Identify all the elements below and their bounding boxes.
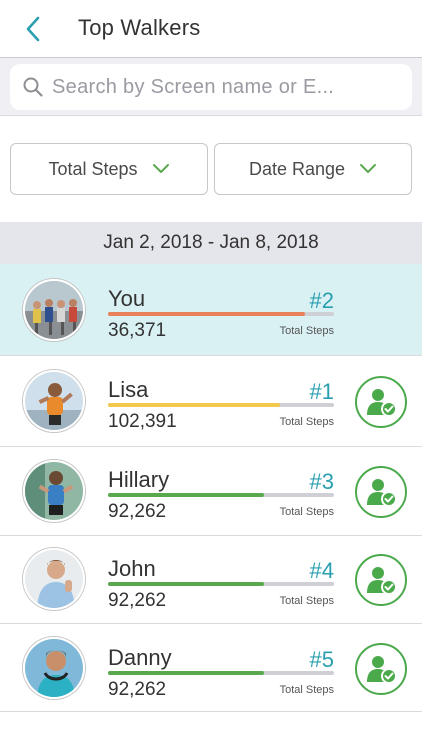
filter-bar: Total Steps Date Range — [0, 116, 422, 222]
walker-rank: #5 — [309, 647, 334, 672]
chevron-down-icon — [152, 164, 169, 173]
walker-steps: 102,391 — [108, 411, 177, 432]
steps-label: Total Steps — [279, 684, 334, 696]
walker-steps: 92,262 — [108, 679, 167, 700]
list-item[interactable]: John #4 92,262 Total Steps — [0, 536, 422, 624]
date-range-dropdown[interactable]: Date Range — [214, 143, 412, 195]
steps-label: Total Steps — [279, 416, 334, 428]
friend-added-button[interactable] — [355, 466, 407, 518]
list-item[interactable]: Hillary #3 92,262 Total Steps — [0, 447, 422, 536]
walker-name: Lisa — [108, 377, 149, 402]
friend-added-button[interactable] — [355, 554, 407, 606]
nav-header: Top Walkers — [0, 0, 422, 58]
chevron-left-icon — [26, 16, 40, 42]
steps-label: Total Steps — [279, 506, 334, 518]
avatar — [23, 637, 85, 699]
list-item[interactable]: You #2 36,371 Total Steps — [0, 264, 422, 356]
avatar — [23, 548, 85, 610]
progress-fill — [108, 403, 280, 407]
walker-rank: #2 — [309, 288, 334, 313]
walker-name: Hillary — [108, 467, 170, 492]
walker-name: Danny — [108, 645, 172, 670]
walker-steps: 36,371 — [108, 320, 167, 341]
steps-label: Total Steps — [279, 595, 334, 607]
date-range-header: Jan 2, 2018 - Jan 8, 2018 — [0, 222, 422, 264]
walker-steps: 92,262 — [108, 501, 167, 522]
walker-rank: #3 — [309, 469, 334, 494]
progress-bar — [108, 671, 334, 675]
avatar — [23, 370, 85, 432]
progress-bar — [108, 493, 334, 497]
total-steps-dropdown[interactable]: Total Steps — [10, 143, 208, 195]
walker-rank: #1 — [309, 379, 334, 404]
search-box[interactable] — [10, 64, 412, 110]
progress-bar — [108, 403, 334, 407]
progress-bar — [108, 312, 334, 316]
progress-fill — [108, 671, 264, 675]
list-item[interactable]: Danny #5 92,262 Total Steps — [0, 624, 422, 712]
avatar — [23, 279, 85, 341]
search-input[interactable] — [52, 75, 392, 99]
progress-fill — [108, 493, 264, 497]
progress-bar — [108, 582, 334, 586]
walker-name: John — [108, 556, 156, 581]
date-range-label: Date Range — [248, 158, 346, 179]
page-title: Top Walkers — [78, 15, 201, 40]
friend-added-button[interactable] — [355, 643, 407, 695]
list-item[interactable]: Lisa #1 102,391 Total Steps — [0, 356, 422, 447]
leaderboard-list: You #2 36,371 Total Steps Lisa #1 102,39… — [0, 264, 422, 712]
search-icon — [22, 76, 44, 98]
friend-added-icon — [367, 656, 397, 684]
progress-fill — [108, 312, 305, 316]
friend-added-icon — [367, 479, 397, 507]
back-button[interactable] — [18, 14, 48, 44]
total-steps-label: Total Steps — [48, 158, 138, 179]
progress-fill — [108, 582, 264, 586]
friend-added-icon — [367, 389, 397, 417]
walker-name: You — [108, 286, 146, 311]
friend-added-icon — [367, 567, 397, 595]
friend-added-button[interactable] — [355, 376, 407, 428]
walker-steps: 92,262 — [108, 590, 167, 611]
steps-label: Total Steps — [279, 325, 334, 337]
walker-rank: #4 — [309, 558, 334, 583]
chevron-down-icon — [360, 164, 377, 173]
search-bar — [0, 58, 422, 116]
avatar — [23, 460, 85, 522]
